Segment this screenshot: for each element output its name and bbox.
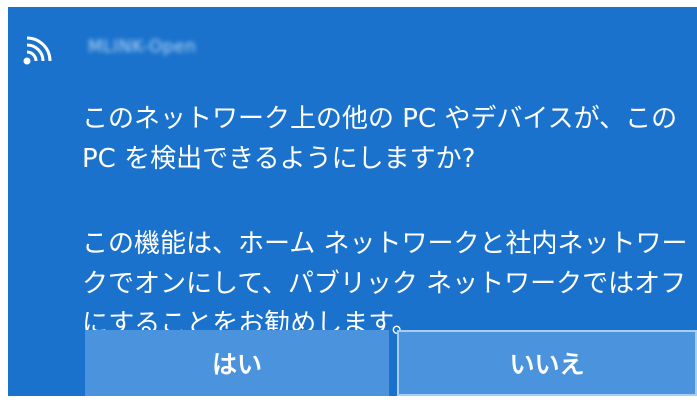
discovery-question: このネットワーク上の他の PC やデバイスが、この PC を検出できるようにしま… — [82, 104, 678, 174]
wifi-icon — [23, 36, 52, 65]
discovery-info-text: この機能は、ホーム ネットワークと社内ネットワークでオンにして、パブリック ネッ… — [82, 229, 688, 339]
no-button[interactable]: いいえ — [397, 330, 697, 396]
yes-button[interactable]: はい — [85, 330, 389, 396]
network-discovery-dialog: MLINK-Open このネットワーク上の他の PC やデバイスが、この PC … — [8, 7, 697, 396]
network-name: MLINK-Open — [88, 37, 197, 57]
